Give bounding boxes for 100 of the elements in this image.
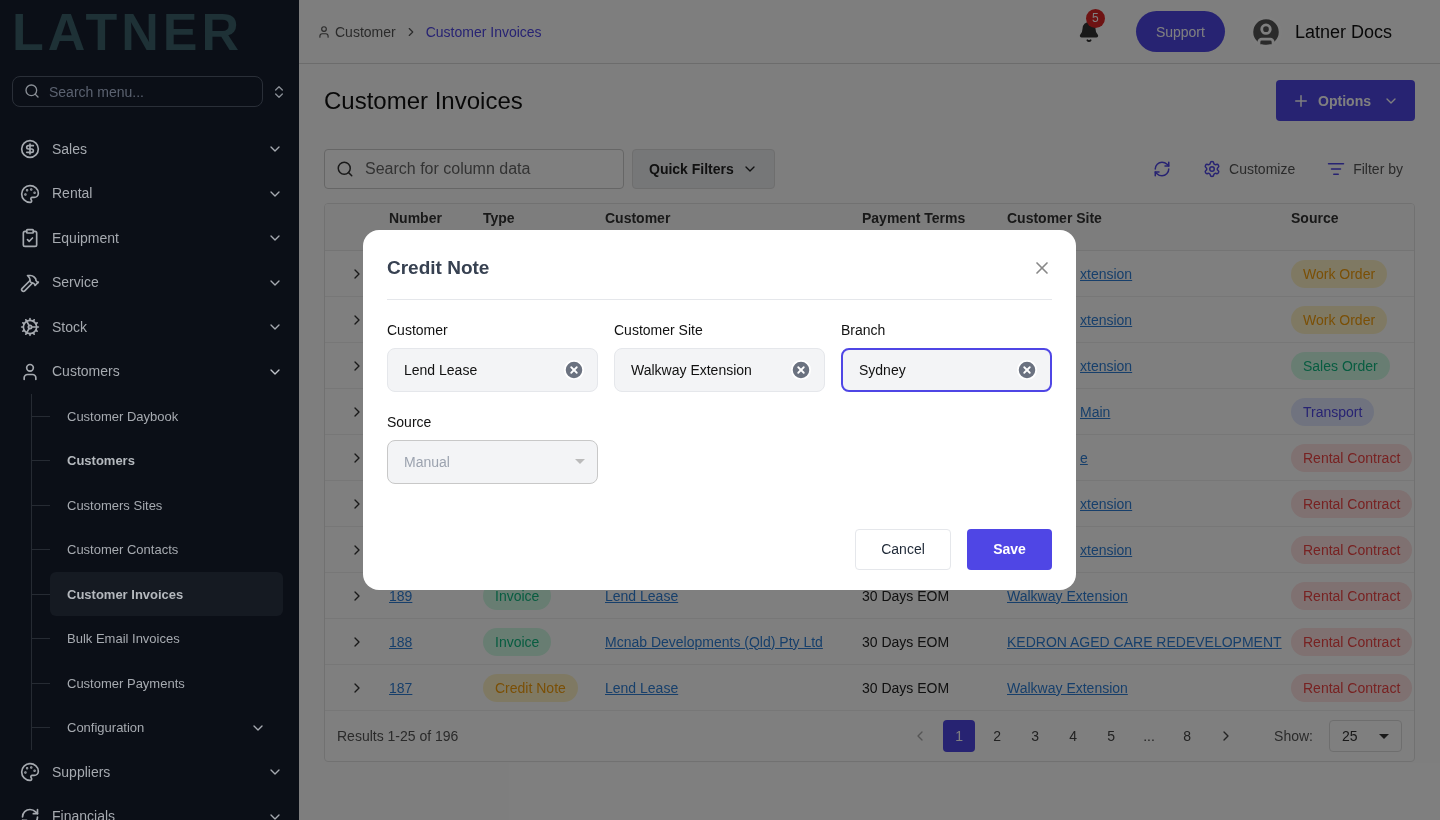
site-link[interactable]: KEDRON AGED CARE REDEVELOPMENT xyxy=(1007,633,1282,650)
field-label: Source xyxy=(387,412,433,432)
sidebar-item[interactable]: Stock xyxy=(0,305,299,350)
breadcrumb-link[interactable]: Customer xyxy=(335,21,396,42)
page-button[interactable]: 8 xyxy=(1171,720,1204,752)
dialog-title: Credit Note xyxy=(387,256,490,280)
site-link[interactable]: Walkway Extension xyxy=(1007,587,1128,604)
results-count: Results 1-25 of 196 xyxy=(337,727,459,746)
support-button[interactable]: Support xyxy=(1135,11,1225,52)
search-icon xyxy=(336,160,354,178)
clipboard-check-icon xyxy=(20,228,40,249)
page-button[interactable]: 3 xyxy=(1019,720,1052,752)
notification-badge: 5 xyxy=(1085,8,1105,28)
input-field[interactable]: Walkway Extension xyxy=(614,347,825,392)
breadcrumb-current: Customer Invoices xyxy=(425,22,542,42)
page-button[interactable]: 1 xyxy=(943,720,976,752)
quick-filters-button[interactable]: Quick Filters xyxy=(632,149,775,189)
status-badge: Rental Contract xyxy=(1291,627,1413,656)
sidebar-item[interactable]: Suppliers xyxy=(0,750,299,795)
column-header[interactable]: Customer xyxy=(605,210,671,226)
column-header[interactable]: Type xyxy=(483,210,515,226)
sidebar-subitem[interactable]: Configuration xyxy=(50,705,283,750)
page-button[interactable]: 5 xyxy=(1095,720,1128,752)
sidebar-item[interactable]: Service xyxy=(0,260,299,305)
search-field[interactable]: Search menu... xyxy=(12,76,263,107)
hammer-icon xyxy=(20,272,40,293)
clear-icon[interactable] xyxy=(790,358,812,381)
customer-link[interactable]: Mcnab Developments (Qld) Pty Ltd xyxy=(605,633,823,650)
customer-link[interactable]: Lend Lease xyxy=(605,587,679,604)
filter-icon xyxy=(1327,160,1346,178)
site-link[interactable]: xtension xyxy=(1080,265,1133,282)
invoice-link[interactable]: 188 xyxy=(389,633,413,650)
status-badge: Rental Contract xyxy=(1291,673,1413,702)
status-badge: Sales Order xyxy=(1291,351,1390,380)
sidebar-subitem[interactable]: Customer Daybook xyxy=(50,394,283,439)
sidebar-item[interactable]: Customers xyxy=(0,349,299,394)
page-button[interactable]: 2 xyxy=(981,720,1014,752)
site-link[interactable]: xtension xyxy=(1080,541,1133,558)
page-button[interactable]: 4 xyxy=(1057,720,1090,752)
site-link[interactable]: xtension xyxy=(1080,311,1133,328)
status-badge: Rental Contract xyxy=(1291,443,1413,472)
status-badge: Rental Contract xyxy=(1291,535,1413,564)
sidebar-item[interactable]: Rental xyxy=(0,171,299,216)
sidebar-subitem[interactable]: Customer Invoices xyxy=(50,572,283,617)
refresh-icon[interactable] xyxy=(1153,160,1172,178)
payment-terms: 30 Days EOM xyxy=(862,679,950,696)
sidebar-item[interactable]: Sales xyxy=(0,127,299,172)
user-icon xyxy=(20,361,40,382)
page-title: Customer Invoices xyxy=(324,85,523,116)
dollar-circle-icon xyxy=(20,139,40,160)
status-badge: Invoice xyxy=(483,627,552,656)
invoice-link[interactable]: 189 xyxy=(389,587,413,604)
status-badge: Rental Contract xyxy=(1291,581,1413,610)
site-link[interactable]: xtension xyxy=(1080,357,1133,374)
status-badge: Rental Contract xyxy=(1291,489,1413,518)
user-name: Latner Docs xyxy=(1294,20,1392,44)
column-header[interactable]: Source xyxy=(1291,210,1339,226)
cog-icon xyxy=(20,317,40,338)
column-header[interactable]: Customer Site xyxy=(1007,210,1102,226)
clear-icon[interactable] xyxy=(1016,358,1038,381)
save-button[interactable]: Save xyxy=(967,528,1052,570)
column-header[interactable]: Payment Terms xyxy=(862,210,966,226)
show-label: Show: xyxy=(1274,727,1313,746)
palette-icon xyxy=(20,183,40,204)
page-button[interactable]: ... xyxy=(1133,720,1166,752)
input-field[interactable]: Sydney xyxy=(841,347,1052,392)
page-size-select[interactable]: 25 xyxy=(1329,720,1402,752)
sidebar-subitem[interactable]: Customer Contacts xyxy=(50,527,283,572)
field-label: Branch xyxy=(841,320,887,340)
caret-icon xyxy=(1379,733,1389,739)
site-link[interactable]: xtension xyxy=(1080,495,1133,512)
payment-terms: 30 Days EOM xyxy=(862,633,950,650)
invoice-link[interactable]: 187 xyxy=(389,679,413,696)
sidebar-item[interactable]: Equipment xyxy=(0,216,299,261)
cancel-button[interactable]: Cancel xyxy=(855,528,951,570)
clear-icon[interactable] xyxy=(563,358,585,381)
customize-button[interactable]: Customize xyxy=(1203,159,1296,179)
status-badge: Transport xyxy=(1291,397,1375,426)
site-link[interactable]: Main xyxy=(1080,403,1111,420)
caret-icon xyxy=(575,459,585,464)
sidebar-subitem[interactable]: Customer Payments xyxy=(50,661,283,706)
gear-icon xyxy=(1203,160,1222,178)
status-badge: Work Order xyxy=(1291,259,1388,288)
refresh-icon xyxy=(20,806,40,820)
sidebar-subitem[interactable]: Customers Sites xyxy=(50,483,283,528)
filter-by-button[interactable]: Filter by xyxy=(1327,159,1403,179)
site-link[interactable]: Walkway Extension xyxy=(1007,679,1128,696)
column-header[interactable]: Number xyxy=(389,210,442,226)
user-icon xyxy=(317,24,331,39)
payment-terms: 30 Days EOM xyxy=(862,587,950,604)
search-icon xyxy=(24,83,40,99)
field-label: Customer Site xyxy=(614,320,704,340)
site-link[interactable]: e xyxy=(1080,449,1088,466)
bell-icon[interactable] xyxy=(1077,20,1100,43)
status-badge: Credit Note xyxy=(483,673,578,702)
options-button[interactable]: Options xyxy=(1276,80,1415,121)
sidebar-subitem[interactable]: Customers xyxy=(50,438,283,483)
input-field[interactable]: Lend Lease xyxy=(387,347,598,392)
customer-link[interactable]: Lend Lease xyxy=(605,679,679,696)
sidebar-subitem[interactable]: Bulk Email Invoices xyxy=(50,616,283,661)
